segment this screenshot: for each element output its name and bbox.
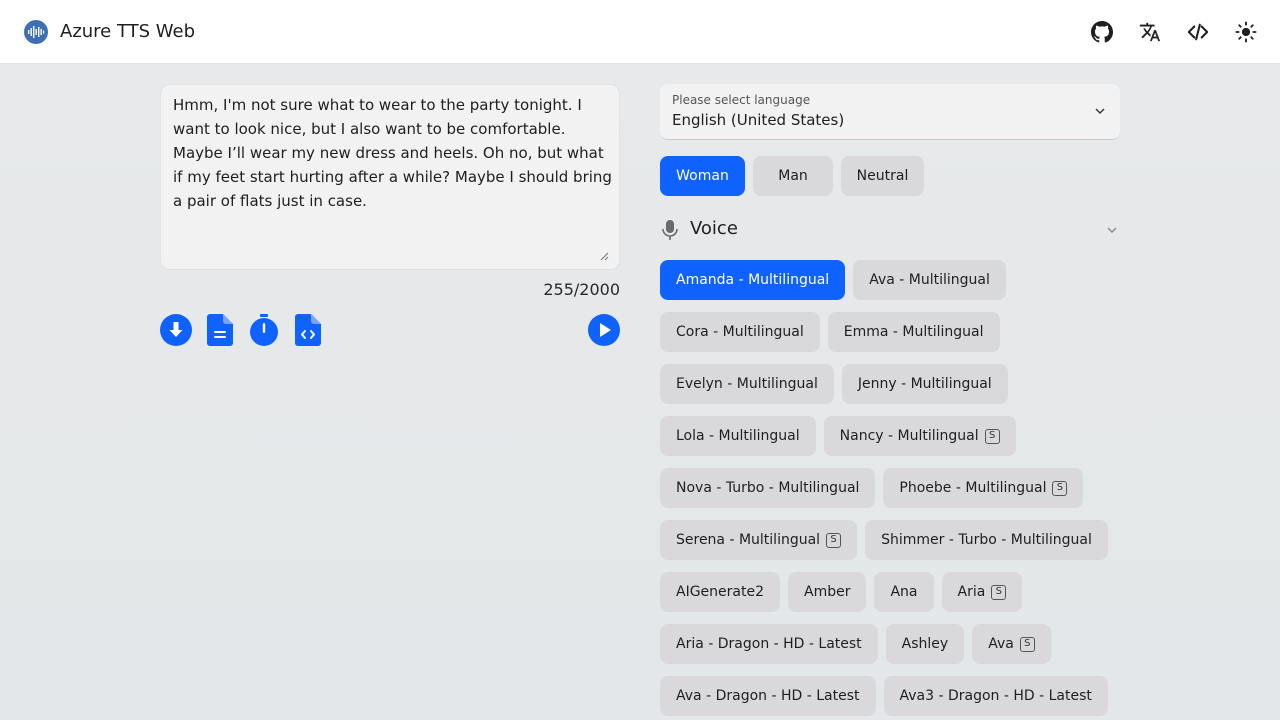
voice-chip[interactable]: Amber [788, 572, 867, 612]
voice-chip-label: Ashley [901, 636, 949, 652]
voice-chip[interactable]: Lola - Multilingual [660, 416, 816, 456]
voice-chip-label: Nancy - Multilingual [839, 428, 979, 444]
voice-chip-label: Aria [957, 584, 986, 600]
voice-chip-label: Nova - Turbo - Multilingual [676, 480, 860, 496]
voice-chip[interactable]: Ava - Dragon - HD - Latest [660, 676, 876, 716]
gender-neutral-button[interactable]: Neutral [841, 156, 924, 196]
voice-section-title: Voice [690, 218, 738, 239]
voice-chip[interactable]: AIGenerate2 [660, 572, 780, 612]
voice-chip[interactable]: Evelyn - Multilingual [660, 364, 834, 404]
voice-chip[interactable]: Ava - Multilingual [853, 260, 1006, 300]
voice-style-badge: S [984, 428, 1000, 444]
voice-chip[interactable]: Jenny - Multilingual [841, 364, 1008, 404]
voice-chip-label: Cora - Multilingual [676, 324, 804, 340]
chevron-down-icon[interactable] [1094, 105, 1106, 117]
top-bar: Azure TTS Web [0, 0, 1280, 64]
translate-icon[interactable] [1138, 20, 1162, 44]
play-icon[interactable] [588, 314, 620, 346]
document-icon[interactable] [204, 314, 236, 346]
voice-chip-label: Ava [988, 636, 1014, 652]
voice-chip-label: Lola - Multilingual [676, 428, 800, 444]
voice-chip-label: Emma - Multilingual [843, 324, 984, 340]
voice-chip-label: Jenny - Multilingual [857, 376, 992, 392]
voice-style-badge: S [991, 584, 1007, 600]
voice-chip[interactable]: Ava3 - Dragon - HD - Latest [883, 676, 1108, 716]
voice-chip-label: Ava3 - Dragon - HD - Latest [899, 688, 1092, 704]
text-input-content[interactable]: Hmm, I'm not sure what to wear to the pa… [173, 93, 613, 213]
voice-chip-label: Ava - Multilingual [869, 272, 990, 288]
voice-chip-label: Serena - Multilingual [676, 532, 821, 548]
voice-chip[interactable]: Ava S [972, 624, 1051, 664]
github-icon[interactable] [1090, 20, 1114, 44]
voice-chip[interactable]: Aria - Dragon - HD - Latest [660, 624, 878, 664]
voice-chip[interactable]: Emma - Multilingual [827, 312, 1000, 352]
sun-icon[interactable] [1234, 20, 1258, 44]
voice-section-header[interactable]: Voice [660, 214, 1120, 246]
language-select-value[interactable]: English (United States) [672, 111, 844, 129]
app-logo-icon [24, 20, 48, 44]
code-file-icon[interactable] [292, 314, 324, 346]
voice-chip[interactable]: Cora - Multilingual [660, 312, 820, 352]
timer-icon[interactable] [248, 314, 280, 346]
voice-chip[interactable]: Ashley [885, 624, 965, 664]
voice-style-badge: S [826, 532, 842, 548]
microphone-icon [662, 220, 678, 240]
download-icon[interactable] [160, 314, 192, 346]
resize-handle-icon[interactable] [599, 251, 609, 261]
chevron-down-icon[interactable] [1106, 224, 1118, 236]
code-icon[interactable] [1186, 20, 1210, 44]
voice-chip-label: Ana [890, 584, 918, 600]
voice-chip[interactable]: Ana [874, 572, 934, 612]
gender-woman-button[interactable]: Woman [660, 156, 745, 196]
voice-list: Amanda - Multilingual Ava - Multilingual C… [660, 260, 1130, 716]
voice-chip[interactable]: Phoebe - Multilingual S [883, 468, 1084, 508]
text-input[interactable]: Hmm, I'm not sure what to wear to the pa… [160, 84, 620, 270]
voice-chip[interactable]: Aria S [941, 572, 1023, 612]
gender-man-button[interactable]: Man [753, 156, 833, 196]
voice-chip-label: Aria - Dragon - HD - Latest [676, 636, 862, 652]
language-select[interactable]: Please select language English (United S… [660, 84, 1120, 140]
voice-chip-label: Amber [804, 584, 851, 600]
voice-style-badge: S [1019, 636, 1035, 652]
language-select-label: Please select language [672, 93, 811, 107]
voice-chip[interactable]: Nova - Turbo - Multilingual [660, 468, 876, 508]
voice-chip-label: Amanda - Multilingual [676, 272, 830, 288]
voice-chip-label: Evelyn - Multilingual [676, 376, 818, 392]
voice-chip-label: Ava - Dragon - HD - Latest [676, 688, 860, 704]
voice-chip[interactable]: Serena - Multilingual S [660, 520, 858, 560]
voice-chip[interactable]: Nancy - Multilingual S [823, 416, 1016, 456]
voice-chip-label: AIGenerate2 [676, 584, 764, 600]
voice-chip[interactable]: Amanda - Multilingual [660, 260, 846, 300]
char-count: 255/2000 [543, 280, 620, 299]
voice-chip-label: Shimmer - Turbo - Multilingual [881, 532, 1092, 548]
voice-chip[interactable]: Shimmer - Turbo - Multilingual [865, 520, 1108, 560]
voice-chip-label: Phoebe - Multilingual [899, 480, 1047, 496]
app-title: Azure TTS Web [60, 21, 196, 42]
voice-style-badge: S [1052, 480, 1068, 496]
